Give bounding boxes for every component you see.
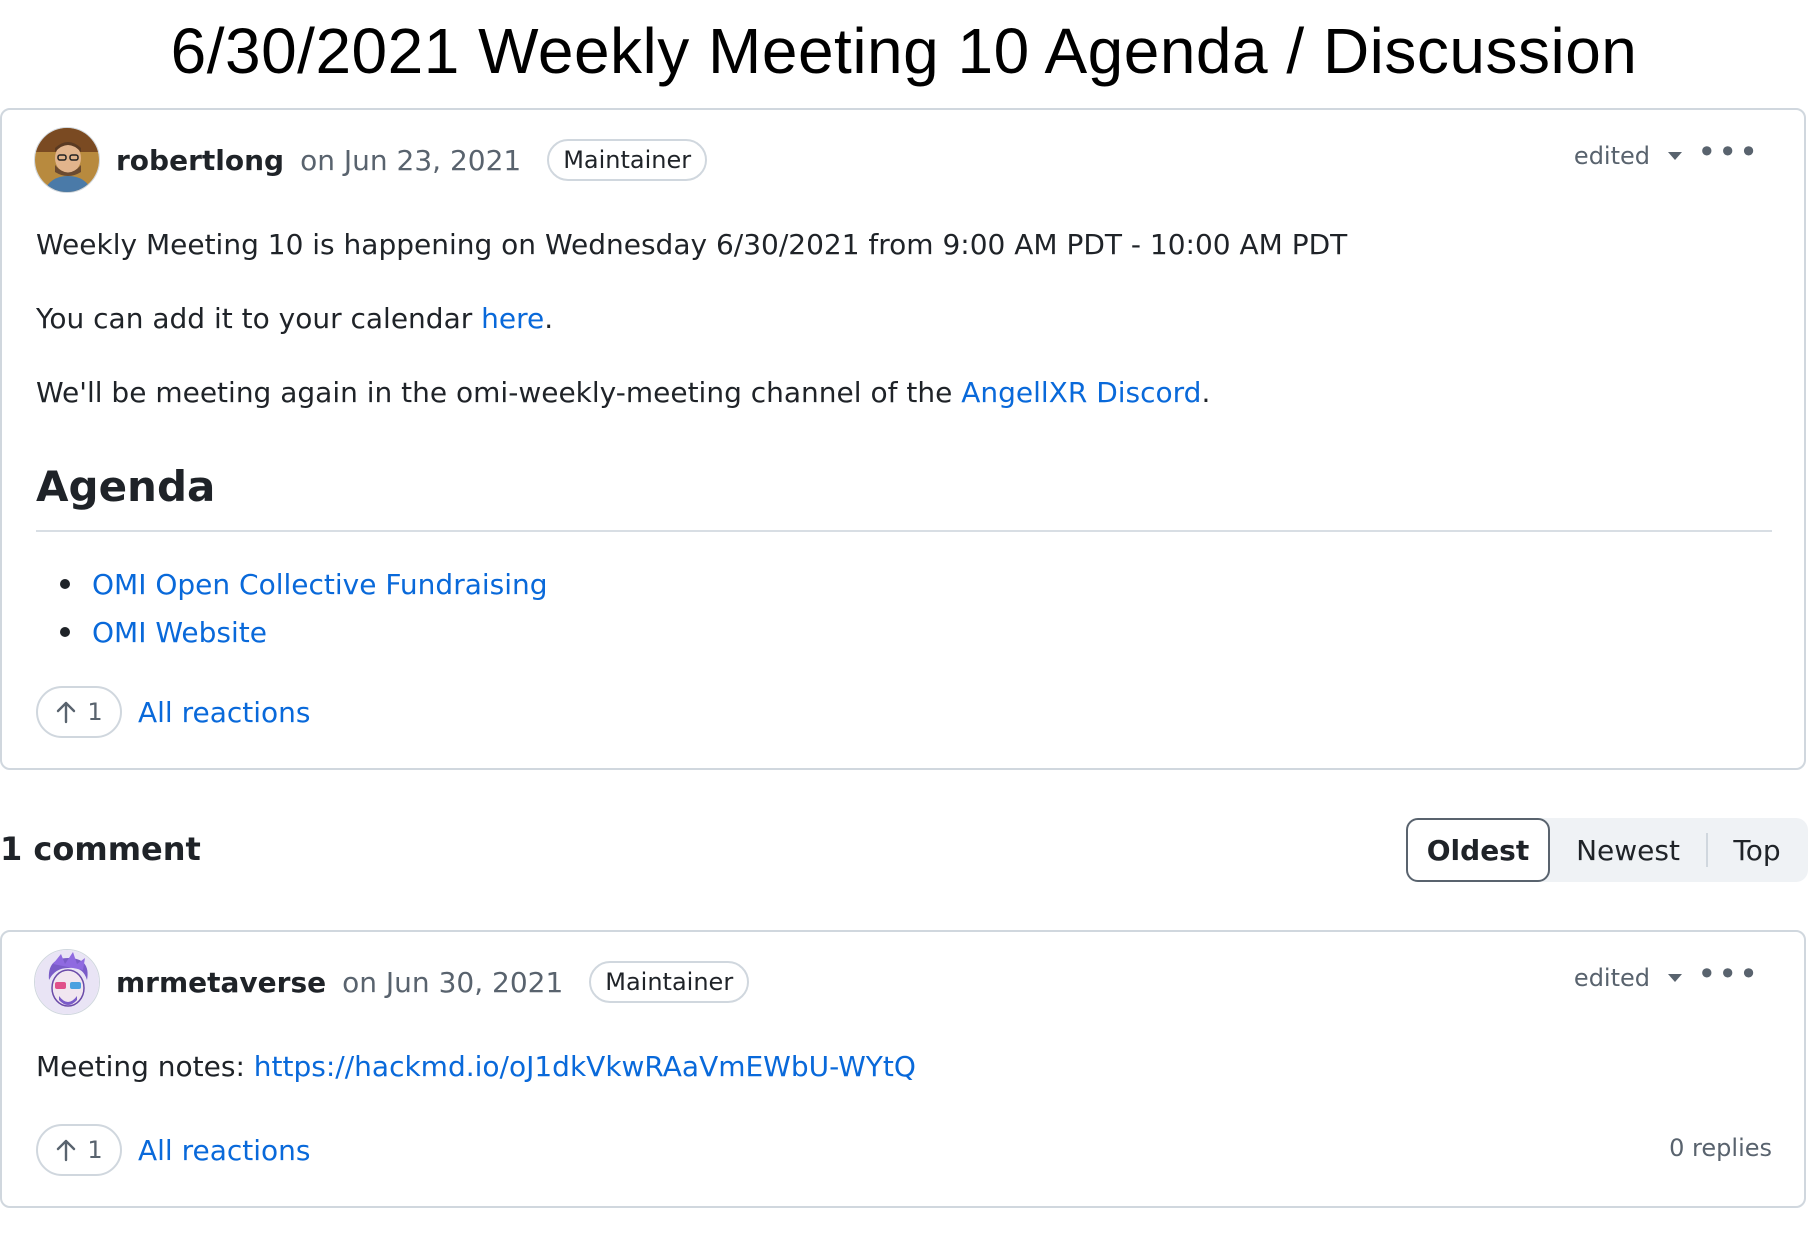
chevron-down-icon bbox=[1668, 974, 1682, 982]
edited-label: edited bbox=[1573, 964, 1650, 992]
discussion-post: robertlong on Jun 23, 2021 Maintainer ed… bbox=[0, 108, 1806, 770]
author-name[interactable]: mrmetaverse bbox=[116, 966, 326, 999]
bullet-icon bbox=[60, 627, 70, 637]
post-line-3-text: We'll be meeting again in the omi-weekly… bbox=[36, 376, 962, 409]
agenda-divider bbox=[36, 530, 1772, 532]
discord-link[interactable]: AngellXR Discord bbox=[961, 376, 1201, 409]
post-line-2-text: You can add it to your calendar bbox=[36, 302, 482, 335]
more-options-icon[interactable]: ••• bbox=[1697, 958, 1760, 990]
list-item: OMI Open Collective Fundraising bbox=[36, 560, 548, 608]
replies-count: 0 replies bbox=[1669, 1134, 1772, 1162]
sort-toggle: Oldest Newest Top bbox=[1406, 818, 1808, 882]
avatar[interactable] bbox=[34, 127, 100, 193]
meeting-notes-link[interactable]: https://hackmd.io/oJ1dkVkwRAaVmEWbU-WYtQ bbox=[254, 1050, 916, 1083]
sort-oldest-button[interactable]: Oldest bbox=[1406, 818, 1550, 882]
agenda-heading: Agenda bbox=[36, 462, 216, 511]
comment-body-text: Meeting notes: bbox=[36, 1050, 254, 1083]
comment-card: mrmetaverse on Jun 30, 2021 Maintainer e… bbox=[0, 930, 1806, 1208]
role-badge: Maintainer bbox=[589, 961, 750, 1003]
post-date[interactable]: on Jun 23, 2021 bbox=[300, 144, 521, 177]
bullet-icon bbox=[60, 579, 70, 589]
post-header: robertlong on Jun 23, 2021 Maintainer bbox=[34, 126, 708, 194]
author-name[interactable]: robertlong bbox=[116, 144, 284, 177]
post-line-2-suffix: . bbox=[544, 302, 554, 335]
avatar[interactable] bbox=[34, 949, 100, 1015]
post-reactions: 1 All reactions bbox=[36, 686, 311, 738]
arrow-up-icon bbox=[57, 1139, 76, 1162]
chevron-down-icon bbox=[1668, 152, 1682, 160]
agenda-link-website[interactable]: OMI Website bbox=[92, 616, 267, 649]
upvote-count: 1 bbox=[87, 1136, 103, 1164]
post-line-2: You can add it to your calendar here. bbox=[36, 302, 553, 335]
comment-body: Meeting notes: https://hackmd.io/oJ1dkVk… bbox=[36, 1050, 916, 1083]
more-options-icon[interactable]: ••• bbox=[1697, 136, 1760, 168]
post-line-3: We'll be meeting again in the omi-weekly… bbox=[36, 376, 1210, 409]
agenda-list: OMI Open Collective Fundraising OMI Webs… bbox=[36, 560, 548, 656]
comment-reactions: 1 All reactions bbox=[36, 1124, 311, 1176]
all-reactions-link[interactable]: All reactions bbox=[138, 696, 311, 729]
comment-date[interactable]: on Jun 30, 2021 bbox=[342, 966, 563, 999]
all-reactions-link[interactable]: All reactions bbox=[138, 1134, 311, 1167]
edited-dropdown[interactable]: edited bbox=[1574, 964, 1682, 992]
upvote-button[interactable]: 1 bbox=[36, 1124, 122, 1176]
upvote-count: 1 bbox=[87, 698, 103, 726]
edited-dropdown[interactable]: edited bbox=[1574, 142, 1682, 170]
calendar-link[interactable]: here bbox=[481, 302, 544, 335]
sort-newest-button[interactable]: Newest bbox=[1550, 818, 1706, 882]
comment-header: mrmetaverse on Jun 30, 2021 Maintainer bbox=[34, 948, 750, 1016]
edited-label: edited bbox=[1573, 142, 1650, 170]
role-badge: Maintainer bbox=[547, 139, 708, 181]
upvote-button[interactable]: 1 bbox=[36, 686, 122, 738]
list-item: OMI Website bbox=[36, 608, 548, 656]
post-line-1: Weekly Meeting 10 is happening on Wednes… bbox=[36, 228, 1348, 261]
comments-count: 1 comment bbox=[0, 830, 201, 868]
arrow-up-icon bbox=[57, 701, 76, 724]
agenda-link-fundraising[interactable]: OMI Open Collective Fundraising bbox=[92, 568, 548, 601]
post-line-3-suffix: . bbox=[1201, 376, 1211, 409]
page-title: 6/30/2021 Weekly Meeting 10 Agenda / Dis… bbox=[170, 15, 1638, 87]
sort-top-button[interactable]: Top bbox=[1708, 818, 1806, 882]
